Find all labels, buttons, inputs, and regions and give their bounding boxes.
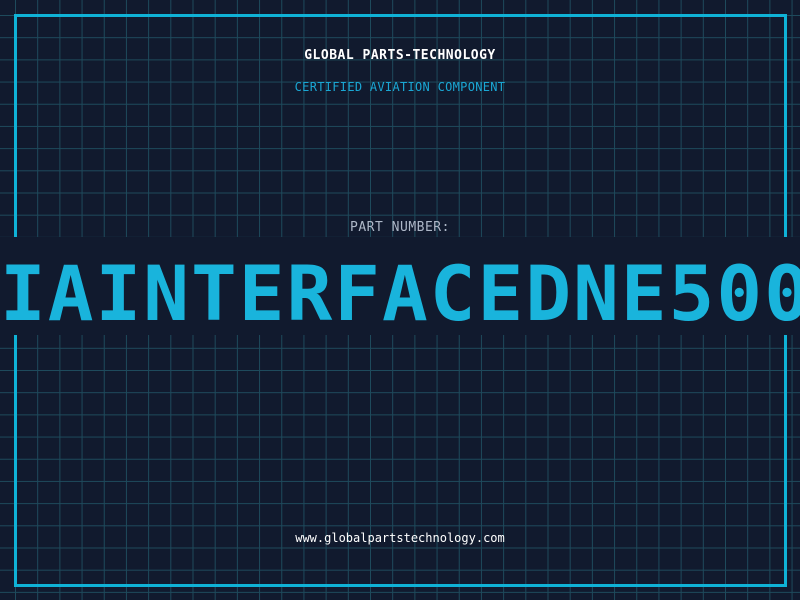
part-number-value: IAINTERFACEDNE5001 (0, 254, 800, 334)
part-number-label: PART NUMBER: (350, 220, 450, 235)
certification-subtitle: CERTIFIED AVIATION COMPONENT (294, 80, 506, 94)
company-name: GLOBAL PARTS-TECHNOLOGY (304, 48, 496, 63)
website-link[interactable]: www.globalpartstechnology.com (0, 531, 800, 545)
